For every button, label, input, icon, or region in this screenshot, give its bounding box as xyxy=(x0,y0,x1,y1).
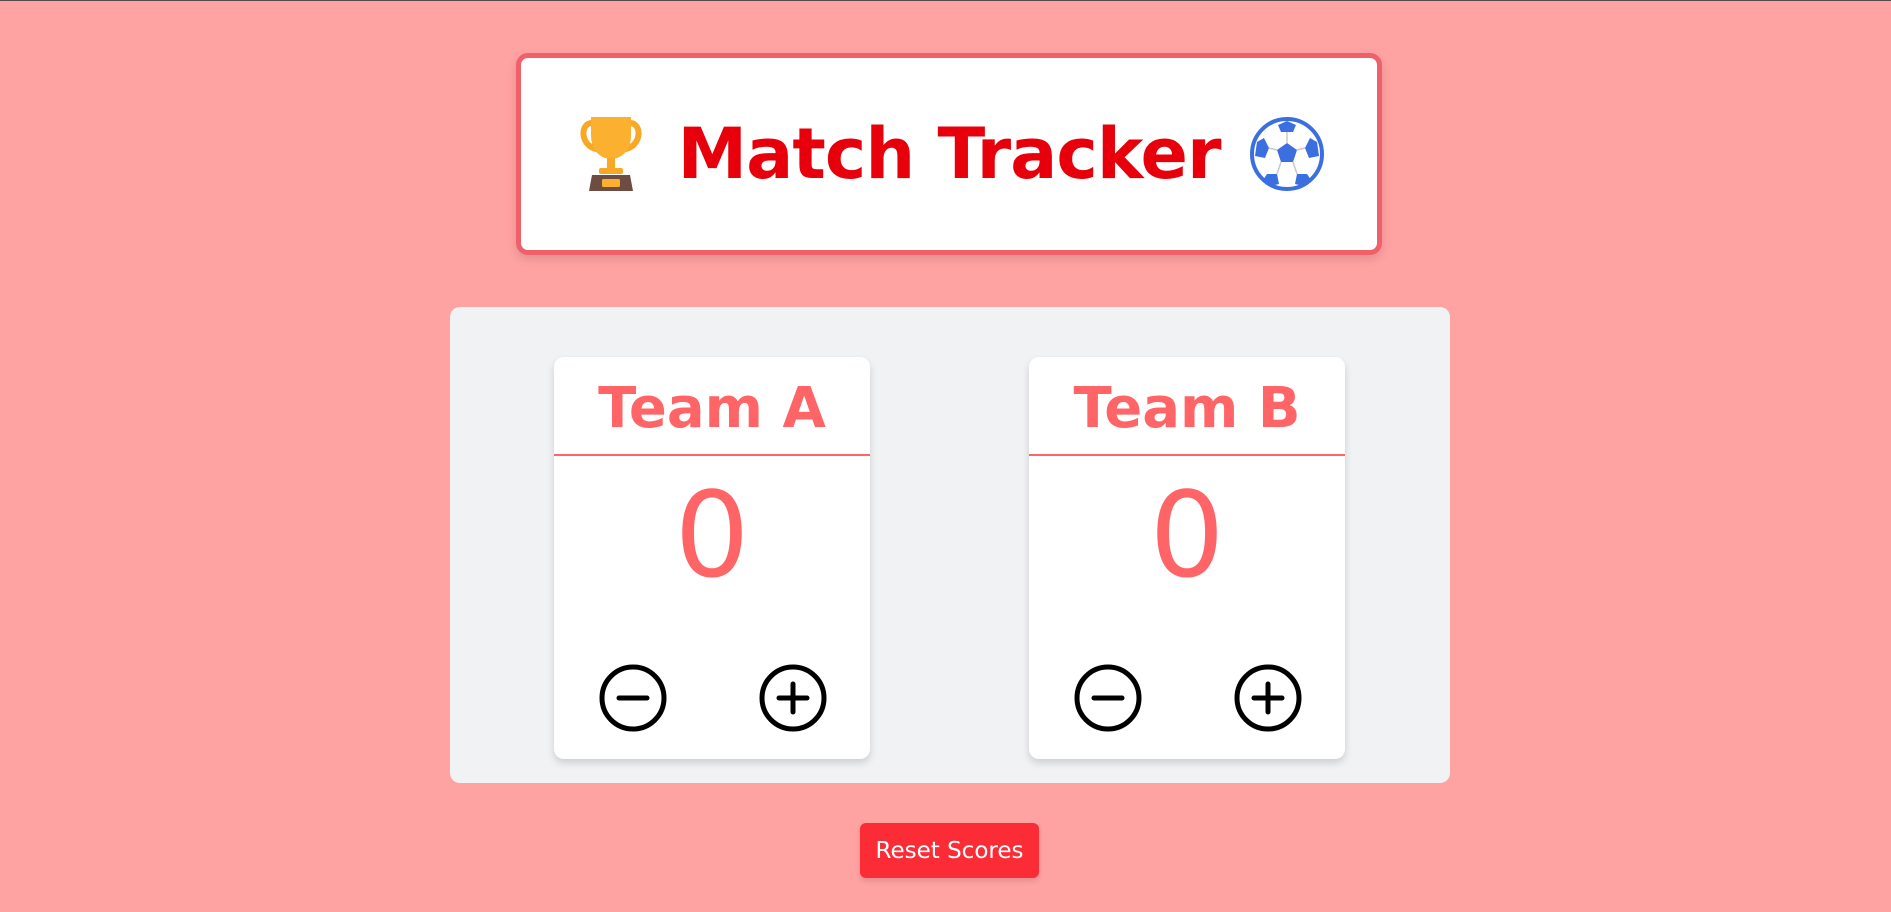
trophy-icon xyxy=(573,115,649,193)
minus-circle-icon xyxy=(599,664,667,732)
decrement-button[interactable] xyxy=(598,663,668,733)
team-card-b: Team B 0 xyxy=(1029,357,1345,759)
increment-button[interactable] xyxy=(1233,663,1303,733)
reset-scores-button[interactable]: Reset Scores xyxy=(860,823,1039,878)
header-card: Match Tracker xyxy=(516,53,1382,255)
team-score: 0 xyxy=(1149,466,1225,604)
app-title: Match Tracker xyxy=(677,113,1221,195)
scoreboard: Team A 0 Team B 0 xyxy=(450,307,1450,783)
minus-circle-icon xyxy=(1074,664,1142,732)
team-name: Team A xyxy=(554,357,870,456)
decrement-button[interactable] xyxy=(1073,663,1143,733)
increment-button[interactable] xyxy=(758,663,828,733)
team-card-a: Team A 0 xyxy=(554,357,870,759)
team-name: Team B xyxy=(1029,357,1345,456)
soccer-ball-icon xyxy=(1249,115,1325,193)
team-score: 0 xyxy=(674,466,750,604)
plus-circle-icon xyxy=(1234,664,1302,732)
score-controls xyxy=(1029,663,1345,733)
score-controls xyxy=(554,663,870,733)
plus-circle-icon xyxy=(759,664,827,732)
